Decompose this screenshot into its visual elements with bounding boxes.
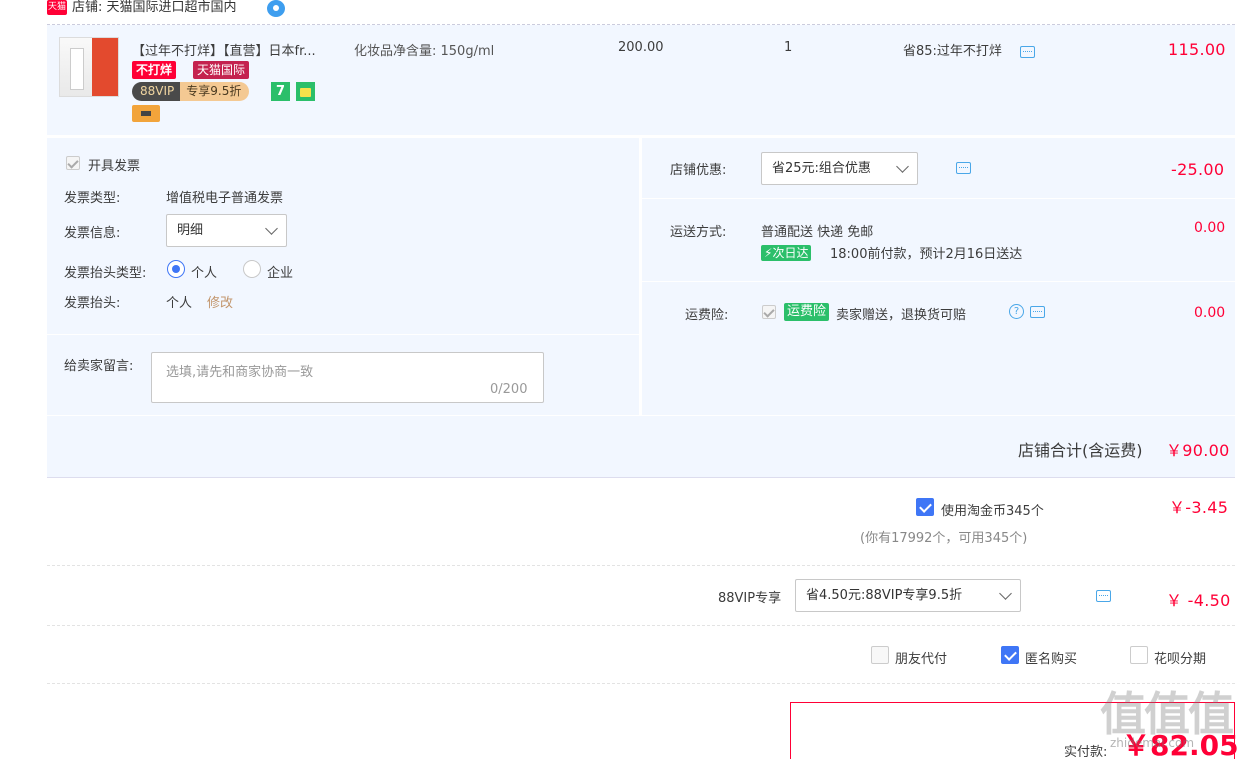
divider <box>47 565 1235 566</box>
vip-discount-label: 88VIP专享 <box>718 591 782 606</box>
divider <box>47 477 1235 478</box>
watermark-logo: 值值值 <box>1100 687 1234 741</box>
insurance-desc: 卖家赠送，退换货可赔 <box>836 308 967 323</box>
tmall-global-tag: 天猫国际 <box>193 61 250 79</box>
invoice-checkbox-label: 开具发票 <box>88 159 141 174</box>
next-day-badge: ⚡次日达 <box>761 245 812 261</box>
invoice-header-label: 发票抬头: <box>64 296 121 311</box>
help-icon[interactable]: ? <box>1009 304 1024 319</box>
shop-discount-label: 店铺优惠: <box>670 163 727 178</box>
insurance-label: 运费险: <box>685 308 729 323</box>
vip-badge-right: 专享9.5折 <box>180 82 250 101</box>
huabei-label: 花呗分期 <box>1154 652 1207 667</box>
friend-pay-checkbox[interactable] <box>871 646 889 664</box>
bag-icon <box>296 82 315 101</box>
no-closing-tag: 不打烊 <box>132 61 177 79</box>
item-total: 115.00 <box>1168 40 1226 59</box>
item-promotion: 省85:过年不打烊 <box>903 44 1002 59</box>
shipping-eta: 18:00前付款，预计2月16日送达 <box>830 247 1023 262</box>
coins-note: (你有17992个，可用345个) <box>860 531 1028 546</box>
invoice-edit-link[interactable]: 修改 <box>207 292 233 311</box>
invoice-type-value: 增值税电子普通发票 <box>166 191 284 206</box>
insurance-panel <box>642 282 1235 415</box>
radio-personal[interactable] <box>167 260 185 278</box>
shop-discount-panel <box>642 138 1235 198</box>
invoice-checkbox[interactable] <box>66 156 80 170</box>
invoice-header-type-label: 发票抬头类型: <box>64 266 147 281</box>
vip-info-icon[interactable] <box>1096 590 1112 602</box>
shipping-panel <box>642 199 1235 281</box>
promo-info-icon[interactable] <box>1020 46 1035 58</box>
seven-day-return-icon: 7 <box>271 82 290 101</box>
vip-badge-left: 88VIP <box>132 82 181 101</box>
insurance-checkbox[interactable] <box>762 305 776 319</box>
wangwang-chat-icon[interactable] <box>267 0 285 17</box>
divider <box>47 683 1235 684</box>
coins-label: 使用淘金币345个 <box>941 504 1044 519</box>
chevron-down-icon <box>265 222 278 235</box>
next-day-label: 次日达 <box>772 246 809 260</box>
anonymous-checkbox[interactable] <box>1001 646 1019 664</box>
shop-name[interactable]: 店铺: 天猫国际进口超市国内 <box>72 0 237 16</box>
shop-total-label: 店铺合计(含运费) <box>1018 441 1143 460</box>
message-counter: 0/200 <box>490 382 528 397</box>
invoice-header-value: 个人 <box>166 296 193 311</box>
discount-info-icon[interactable] <box>956 162 972 174</box>
insurance-badge: 运费险 <box>784 303 830 321</box>
divider <box>47 625 1235 626</box>
vip-badge: 88VIP 专享9.5折 <box>132 82 250 101</box>
product-thumbnail[interactable] <box>59 37 119 97</box>
unit-price: 200.00 <box>618 40 664 55</box>
radio-company-label: 企业 <box>267 266 294 281</box>
message-placeholder: 选填,请先和商家协商一致 <box>166 365 314 380</box>
invoice-type-label: 发票类型: <box>64 191 121 206</box>
vip-discount-value: 省4.50元:88VIP专享9.5折 <box>806 588 963 603</box>
invoice-info-select[interactable]: 明细 <box>166 214 287 247</box>
product-sku: 化妆品净含量: 150g/ml <box>354 44 495 59</box>
shop-discount-select[interactable]: 省25元:组合优惠 <box>761 152 918 185</box>
vip-discount-amount: ￥ -4.50 <box>1166 591 1231 610</box>
quantity: 1 <box>784 40 793 55</box>
friend-pay-label: 朋友代付 <box>895 652 948 667</box>
coins-amount: ￥-3.45 <box>1169 498 1229 517</box>
huabei-checkbox[interactable] <box>1130 646 1148 664</box>
watermark-site: zhidemai.com <box>1110 736 1195 750</box>
chevron-down-icon <box>999 587 1012 600</box>
message-label: 给卖家留言: <box>64 359 134 374</box>
invoice-info-value: 明细 <box>177 223 204 238</box>
radio-company[interactable] <box>243 260 261 278</box>
shipping-method: 普通配送 快递 免邮 <box>761 225 874 240</box>
radio-personal-label: 个人 <box>191 266 218 281</box>
shop-total-amount: ￥90.00 <box>1166 441 1230 460</box>
invoice-info-label: 发票信息: <box>64 226 121 241</box>
tmall-badge: 天猫 <box>47 0 67 15</box>
coins-checkbox[interactable] <box>916 498 934 516</box>
insurance-amount: 0.00 <box>1194 305 1226 321</box>
insurance-info-icon[interactable] <box>1030 306 1046 318</box>
card-icon <box>132 105 160 122</box>
shop-discount-amount: -25.00 <box>1171 160 1225 179</box>
shipping-label: 运送方式: <box>670 225 727 240</box>
vip-discount-select[interactable]: 省4.50元:88VIP专享9.5折 <box>795 579 1021 612</box>
shipping-amount: 0.00 <box>1194 220 1226 236</box>
shop-discount-value: 省25元:组合优惠 <box>772 161 871 176</box>
anonymous-label: 匿名购买 <box>1025 652 1078 667</box>
product-title[interactable]: 【过年不打烊】【直营】日本fr... <box>132 40 316 59</box>
chevron-down-icon <box>896 160 909 173</box>
